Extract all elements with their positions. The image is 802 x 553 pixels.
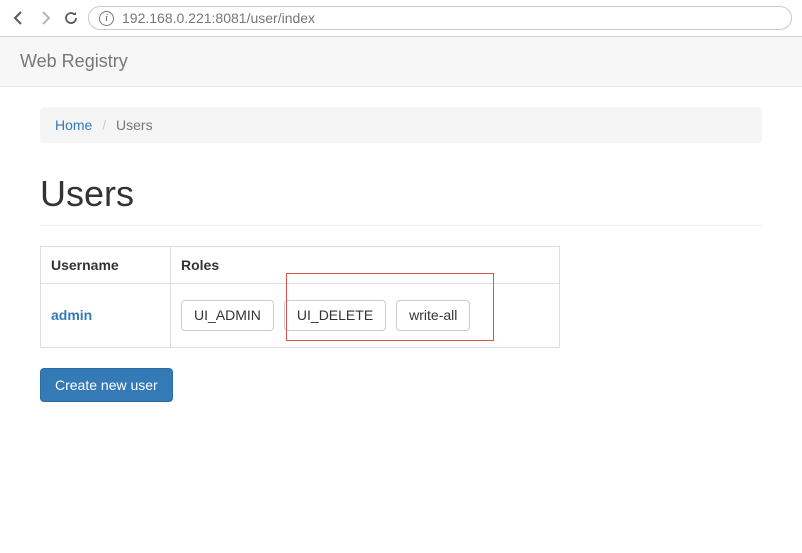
breadcrumb-separator: / bbox=[102, 117, 106, 133]
browser-chrome: i 192.168.0.221:8081/user/index bbox=[0, 0, 802, 37]
page-title: Users bbox=[40, 173, 762, 226]
address-bar[interactable]: i 192.168.0.221:8081/user/index bbox=[88, 6, 792, 30]
role-pill-ui-delete: UI_DELETE bbox=[284, 300, 386, 331]
users-table: Username Roles admin UI_ADMIN UI_DELETE … bbox=[40, 246, 560, 348]
breadcrumb-current: Users bbox=[116, 117, 153, 133]
breadcrumb: Home / Users bbox=[40, 107, 762, 143]
user-link-admin[interactable]: admin bbox=[51, 307, 92, 323]
reload-icon[interactable] bbox=[62, 9, 80, 27]
table-row: admin UI_ADMIN UI_DELETE write-all bbox=[41, 284, 560, 348]
col-header-roles: Roles bbox=[171, 247, 560, 284]
forward-icon bbox=[36, 9, 54, 27]
back-icon[interactable] bbox=[10, 9, 28, 27]
breadcrumb-home[interactable]: Home bbox=[55, 117, 92, 133]
app-header: Web Registry bbox=[0, 37, 802, 87]
table-header-row: Username Roles bbox=[41, 247, 560, 284]
brand-title: Web Registry bbox=[20, 51, 128, 71]
role-pill-write-all: write-all bbox=[396, 300, 470, 331]
role-pill-ui-admin: UI_ADMIN bbox=[181, 300, 274, 331]
col-header-username: Username bbox=[41, 247, 171, 284]
url-text: 192.168.0.221:8081/user/index bbox=[122, 10, 315, 26]
create-user-button[interactable]: Create new user bbox=[40, 368, 173, 402]
site-info-icon[interactable]: i bbox=[99, 11, 114, 26]
role-pill-group: UI_ADMIN UI_DELETE write-all bbox=[181, 300, 549, 331]
